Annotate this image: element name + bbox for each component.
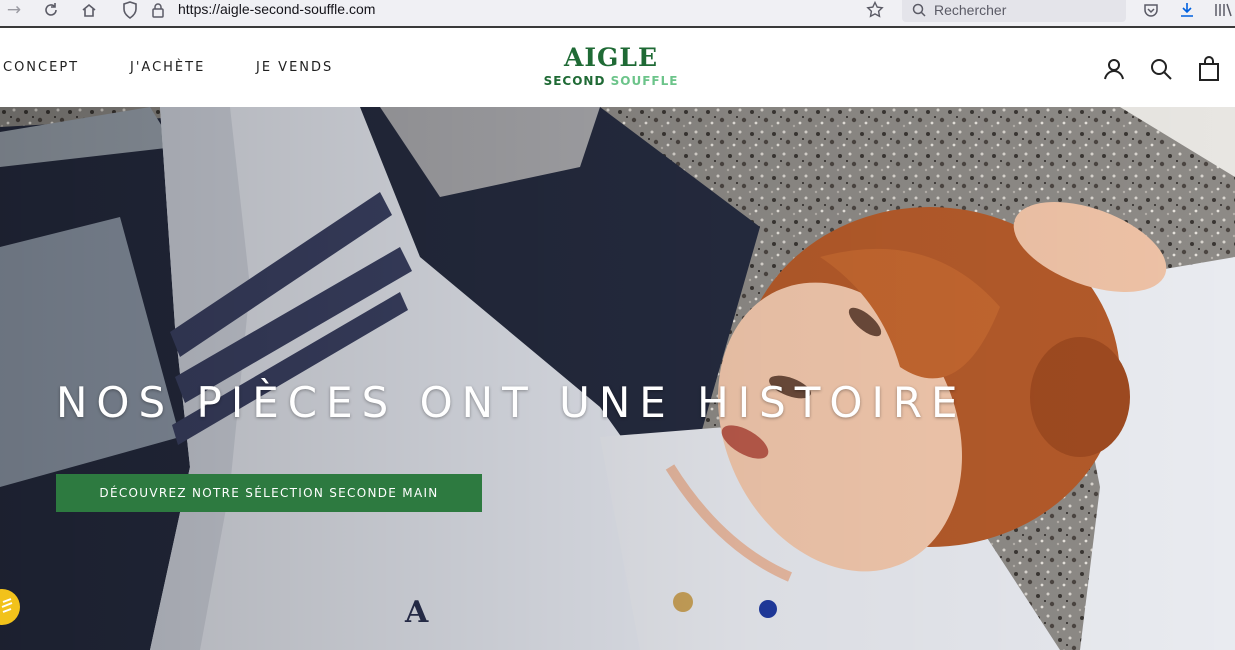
discover-selection-button[interactable]: DÉCOUVREZ NOTRE SÉLECTION SECONDE MAIN bbox=[56, 474, 482, 512]
account-icon[interactable] bbox=[1101, 56, 1127, 82]
library-icon[interactable] bbox=[1212, 0, 1234, 20]
pocket-icon[interactable] bbox=[1140, 0, 1162, 20]
star-icon[interactable] bbox=[864, 0, 886, 20]
url-bar[interactable]: https://aigle-second-souffle.com bbox=[178, 0, 375, 20]
hero-banner: A NOS PIÈCES ONT UNE HISTOIRE DÉCOUVREZ … bbox=[0, 107, 1235, 650]
search-input[interactable] bbox=[934, 0, 1120, 20]
back-icon[interactable]: → bbox=[4, 0, 24, 20]
nav-je-vends[interactable]: JE VENDS bbox=[256, 60, 333, 76]
hero-title: NOS PIÈCES ONT UNE HISTOIRE bbox=[56, 378, 967, 427]
site-logo[interactable]: AIGLE SECOND SOUFFLE bbox=[520, 44, 702, 94]
nav-j-achete[interactable]: J'ACHÈTE bbox=[130, 60, 205, 76]
browser-toolbar: → https://aigle-second-souffle.com bbox=[0, 0, 1235, 28]
reload-icon[interactable] bbox=[40, 0, 62, 20]
logo-sub-text: SECOND SOUFFLE bbox=[520, 74, 702, 88]
browser-search-box[interactable] bbox=[902, 0, 1126, 22]
site-header: CONCEPT J'ACHÈTE JE VENDS AIGLE SECOND S… bbox=[0, 30, 1235, 107]
cart-icon[interactable] bbox=[1196, 56, 1222, 82]
search-icon bbox=[910, 0, 928, 20]
logo-main-text: AIGLE bbox=[563, 43, 659, 72]
search-icon[interactable] bbox=[1148, 56, 1174, 82]
lock-icon[interactable] bbox=[148, 0, 168, 20]
logo-sub-second: SECOND bbox=[543, 74, 606, 88]
home-icon[interactable] bbox=[78, 0, 100, 20]
download-icon[interactable] bbox=[1176, 0, 1198, 20]
logo-sub-souffle: SOUFFLE bbox=[610, 74, 679, 88]
shield-icon[interactable] bbox=[120, 0, 140, 20]
nav-concept[interactable]: CONCEPT bbox=[3, 60, 79, 76]
